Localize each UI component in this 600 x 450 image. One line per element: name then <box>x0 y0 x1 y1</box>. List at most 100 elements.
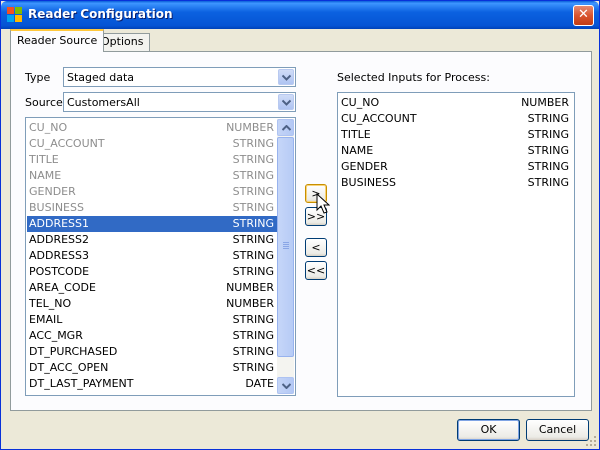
field-name: TITLE <box>341 128 371 141</box>
field-name: CU_ACCOUNT <box>29 137 105 150</box>
source-field-row[interactable]: ADDRESS1 STRING <box>27 216 278 232</box>
remove-button[interactable]: < <box>305 238 327 257</box>
cancel-button[interactable]: Cancel <box>526 419 589 441</box>
field-name: AREA_CODE <box>29 281 96 294</box>
field-type: STRING <box>232 313 274 326</box>
window-title: Reader Configuration <box>28 7 173 21</box>
selected-field-row[interactable]: GENDER STRING <box>339 159 573 175</box>
type-value: Staged data <box>67 71 135 84</box>
field-name: ADDRESS3 <box>29 249 90 262</box>
selected-field-row[interactable]: BUSINESS STRING <box>339 175 573 191</box>
field-type: STRING <box>527 160 569 173</box>
source-field-row[interactable]: EMAIL STRING <box>27 312 278 328</box>
field-type: STRING <box>232 185 274 198</box>
field-type: STRING <box>232 329 274 342</box>
field-name: CU_NO <box>29 121 68 134</box>
field-name: CU_NO <box>341 96 380 109</box>
field-name: TEL_NO <box>29 297 72 310</box>
field-name: BUSINESS <box>341 176 396 189</box>
field-type: STRING <box>232 265 274 278</box>
source-field-row[interactable]: ADDRESS2 STRING <box>27 232 278 248</box>
field-type: NUMBER <box>226 281 274 294</box>
source-field-row[interactable]: ACC_MGR STRING <box>27 328 278 344</box>
title-bar[interactable]: Reader Configuration ✕ <box>1 1 599 29</box>
source-field-row[interactable]: TITLE STRING <box>27 152 278 168</box>
source-field-row[interactable]: POSTCODE STRING <box>27 264 278 280</box>
source-field-row[interactable]: DT_ACC_OPEN STRING <box>27 360 278 376</box>
app-icon <box>7 7 23 23</box>
field-type: STRING <box>232 137 274 150</box>
source-field-row[interactable]: TEL_NO NUMBER <box>27 296 278 312</box>
field-name: TITLE <box>29 153 59 166</box>
field-name: DT_LAST_PAYMENT <box>29 377 134 390</box>
field-name: ADDRESS2 <box>29 233 90 246</box>
field-type: DATE <box>245 392 274 395</box>
resize-grip-icon[interactable] <box>585 435 597 447</box>
field-type: STRING <box>232 169 274 182</box>
source-field-row[interactable]: CU_ACCOUNT STRING <box>27 136 278 152</box>
scroll-thumb[interactable] <box>277 137 294 357</box>
field-name: CU_ACCOUNT <box>341 112 417 125</box>
source-field-row[interactable]: GENDER STRING <box>27 184 278 200</box>
tab-reader-source[interactable]: Reader Source <box>10 29 105 52</box>
selected-field-row[interactable]: CU_ACCOUNT STRING <box>339 111 573 127</box>
source-label: Source <box>25 96 63 109</box>
source-field-row[interactable]: DT_LAST_CC_PASSED DATE <box>27 392 278 395</box>
field-type: STRING <box>527 128 569 141</box>
mouse-cursor-icon <box>316 193 330 214</box>
available-fields-list[interactable]: CU_NO NUMBER CU_ACCOUNT STRING TITLE STRING NA… <box>25 117 296 396</box>
source-field-row[interactable]: ADDRESS3 STRING <box>27 248 278 264</box>
source-field-row[interactable]: DT_PURCHASED STRING <box>27 344 278 360</box>
close-icon: ✕ <box>578 7 589 22</box>
scroll-down-button[interactable] <box>277 377 294 394</box>
field-type: STRING <box>232 249 274 262</box>
field-type: DATE <box>245 377 274 390</box>
source-field-row[interactable]: BUSINESS STRING <box>27 200 278 216</box>
selected-inputs-list[interactable]: CU_NO NUMBER CU_ACCOUNT STRING TITLE STRING NA… <box>337 92 575 397</box>
field-type: NUMBER <box>226 121 274 134</box>
source-field-row[interactable]: CU_NO NUMBER <box>27 120 278 136</box>
chevron-down-icon <box>282 74 291 81</box>
tab-label: Reader Source <box>17 34 98 47</box>
field-type: STRING <box>527 112 569 125</box>
ok-button[interactable]: OK <box>457 419 520 441</box>
field-name: DT_ACC_OPEN <box>29 361 109 374</box>
selected-inputs-label: Selected Inputs for Process: <box>337 71 490 84</box>
source-value: CustomersAll <box>67 96 140 109</box>
chevron-down-icon <box>282 99 291 106</box>
source-field-row[interactable]: DT_LAST_PAYMENT DATE <box>27 376 278 392</box>
field-name: EMAIL <box>29 313 63 326</box>
close-button[interactable]: ✕ <box>573 5 594 26</box>
field-type: STRING <box>232 233 274 246</box>
field-type: STRING <box>527 144 569 157</box>
source-field-row[interactable]: NAME STRING <box>27 168 278 184</box>
reader-source-panel: Type Staged data Source CustomersAll CU_… <box>10 51 592 411</box>
selected-field-row[interactable]: TITLE STRING <box>339 127 573 143</box>
remove-all-button[interactable]: << <box>305 261 327 280</box>
selected-field-row[interactable]: NAME STRING <box>339 143 573 159</box>
field-type: NUMBER <box>226 297 274 310</box>
tab-label: Options <box>101 35 144 48</box>
type-dropdown[interactable]: Staged data <box>63 67 296 87</box>
field-type: STRING <box>232 201 274 214</box>
selected-field-row[interactable]: CU_NO NUMBER <box>339 95 573 111</box>
source-dropdown[interactable]: CustomersAll <box>63 92 296 112</box>
source-dropdown-button[interactable] <box>278 94 294 110</box>
field-name: ACC_MGR <box>29 329 83 342</box>
field-name: ADDRESS1 <box>29 217 90 230</box>
field-type: STRING <box>232 217 274 230</box>
chevron-up-icon <box>282 125 291 131</box>
field-type: STRING <box>527 176 569 189</box>
field-type: STRING <box>232 361 274 374</box>
field-name: NAME <box>341 144 374 157</box>
type-label: Type <box>25 71 51 84</box>
available-fields-scrollbar[interactable] <box>277 119 294 394</box>
reader-configuration-window: Reader Configuration ✕ Reader Source Opt… <box>0 0 600 450</box>
field-name: GENDER <box>29 185 76 198</box>
field-name: GENDER <box>341 160 388 173</box>
field-name: BUSINESS <box>29 201 84 214</box>
scroll-up-button[interactable] <box>277 119 294 136</box>
field-name: POSTCODE <box>29 265 90 278</box>
type-dropdown-button[interactable] <box>278 69 294 85</box>
source-field-row[interactable]: AREA_CODE NUMBER <box>27 280 278 296</box>
